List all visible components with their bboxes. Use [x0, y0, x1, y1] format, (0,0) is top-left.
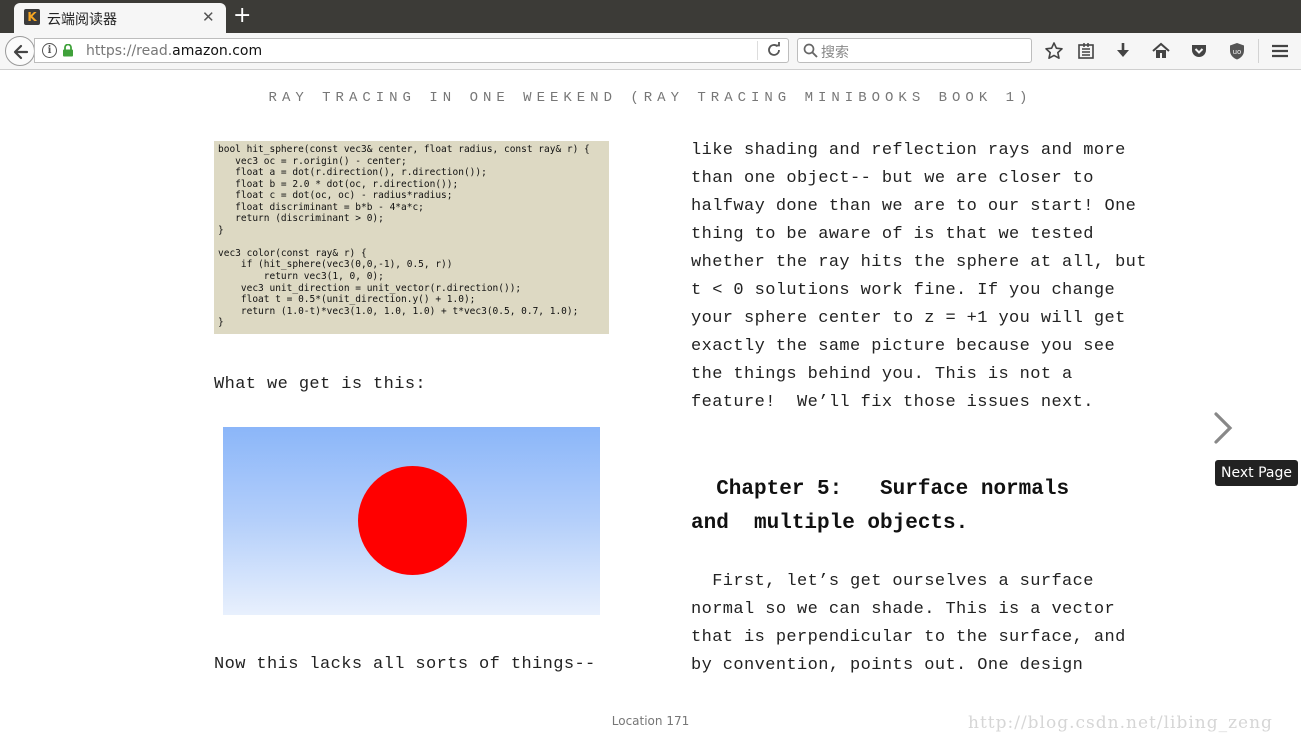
chapter-heading: Chapter 5: Surface normals and multiple … — [691, 473, 1131, 541]
book-title: RAY TRACING IN ONE WEEKEND (RAY TRACING … — [268, 90, 1033, 106]
right-column-text: like shading and reflection rays and mor… — [691, 137, 1147, 417]
next-page-tooltip: Next Page — [1215, 460, 1298, 486]
text-line: whether the ray hits the sphere at all, … — [691, 253, 1147, 272]
text-line: your sphere center to z = +1 you will ge… — [691, 309, 1126, 328]
back-button[interactable] — [5, 36, 35, 66]
site-info-icon[interactable]: i — [42, 43, 57, 58]
toolbar-divider — [1258, 39, 1259, 63]
url-bar[interactable]: i https://read.amazon.com — [34, 38, 789, 63]
tab-strip: K 云端阅读器 ✕ + — [0, 0, 1301, 33]
menu-icon[interactable] — [1270, 41, 1290, 61]
code-line: vec3 unit_direction = unit_vector(r.dire… — [218, 282, 522, 294]
chapter-heading-line: and multiple objects. — [691, 512, 969, 535]
code-line: float c = dot(oc, oc) - radius*radius; — [218, 190, 453, 202]
paragraph-now-this-lacks: Now this lacks all sorts of things-- — [214, 655, 596, 674]
text-line: by convention, points out. One design — [691, 656, 1084, 675]
url-text[interactable]: https://read.amazon.com — [86, 43, 262, 59]
watermark: http://blog.csdn.net/libing_zeng — [968, 713, 1273, 733]
chapter-heading-line: Chapter 5: Surface normals — [691, 478, 1070, 501]
svg-text:uo: uo — [1233, 48, 1242, 56]
code-line: vec3 oc = r.origin() - center; — [218, 155, 407, 167]
code-line: float a = dot(r.direction(), r.direction… — [218, 167, 487, 179]
code-line: } — [218, 224, 224, 236]
code-line: bool hit_sphere(const vec3& center, floa… — [218, 144, 590, 155]
lock-icon — [63, 44, 73, 57]
rendered-sphere-image — [223, 427, 600, 615]
next-page-chevron-icon[interactable] — [1208, 410, 1238, 446]
code-line: return (discriminant > 0); — [218, 213, 384, 225]
new-tab-button[interactable]: + — [233, 3, 251, 29]
url-divider — [757, 41, 758, 60]
code-line: if (hit_sphere(vec3(0,0,-1), 0.5, r)) — [218, 259, 453, 271]
text-line: normal so we can shade. This is a vector — [691, 600, 1116, 619]
back-arrow-icon — [13, 44, 29, 60]
text-line: than one object-- but we are closer to — [691, 169, 1094, 188]
reload-icon[interactable] — [766, 42, 782, 58]
tab-title: 云端阅读器 — [47, 12, 117, 28]
text-line: feature! We’ll fix those issues next. — [691, 393, 1094, 412]
code-line: vec3 color(const ray& r) { — [218, 247, 367, 259]
red-sphere — [358, 466, 467, 575]
code-line: return (1.0-t)*vec3(1.0, 1.0, 1.0) + t*v… — [218, 305, 579, 317]
navigation-toolbar: i https://read.amazon.com 搜索 uo — [0, 33, 1301, 70]
search-placeholder: 搜索 — [821, 45, 849, 61]
download-icon[interactable] — [1113, 41, 1133, 61]
code-line: float discriminant = b*b - 4*a*c; — [218, 201, 424, 213]
tab-cloud-reader[interactable]: K 云端阅读器 ✕ — [14, 3, 226, 33]
bookmark-star-icon[interactable] — [1044, 41, 1064, 61]
reading-list-icon[interactable] — [1076, 41, 1096, 61]
pocket-icon[interactable] — [1189, 41, 1209, 61]
ublock-icon[interactable]: uo — [1227, 41, 1247, 61]
text-line: like shading and reflection rays and mor… — [691, 141, 1126, 160]
text-line: that is perpendicular to the surface, an… — [691, 628, 1126, 647]
text-line: exactly the same picture because you see — [691, 337, 1116, 356]
text-line: halfway done than we are to our start! O… — [691, 197, 1137, 216]
text-line: the things behind you. This is not a — [691, 365, 1073, 384]
code-line: } — [218, 317, 224, 329]
paragraph-what-we-get: What we get is this: — [214, 375, 427, 394]
search-bar[interactable]: 搜索 — [797, 38, 1032, 63]
code-line: float b = 2.0 * dot(oc, r.direction()); — [218, 178, 459, 190]
kindle-favicon-icon: K — [24, 9, 40, 25]
code-line: float t = 0.5*(unit_direction.y() + 1.0)… — [218, 294, 476, 306]
home-icon[interactable] — [1151, 41, 1171, 61]
tab-close-icon[interactable]: ✕ — [202, 8, 215, 26]
text-line: thing to be aware of is that we tested — [691, 225, 1094, 244]
code-listing: bool hit_sphere(const vec3& center, floa… — [214, 141, 609, 334]
chapter-intro-text: First, let’s get ourselves a surface norm… — [691, 568, 1131, 680]
text-line: First, let’s get ourselves a surface — [691, 572, 1094, 591]
search-icon — [803, 43, 818, 58]
code-line: return vec3(1, 0, 0); — [218, 271, 384, 283]
text-line: t < 0 solutions work fine. If you change — [691, 281, 1116, 300]
